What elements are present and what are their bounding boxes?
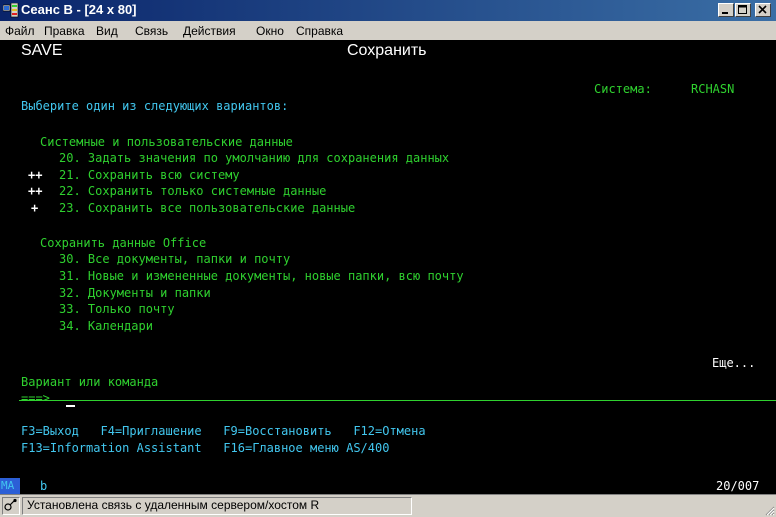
command-underline (19, 400, 776, 401)
connection-icon (4, 498, 17, 511)
function-keys-line1[interactable]: F3=Выход F4=Приглашение F9=Восстановить … (21, 424, 426, 438)
option-33[interactable]: 33. Только почту (59, 302, 175, 316)
group-system-title: Системные и пользовательские данные (40, 135, 293, 149)
panel-id: SAVE (21, 42, 63, 59)
operator-info-area: MA b 20/007 (0, 478, 776, 494)
terminal-header: SAVE Сохранить (0, 40, 776, 62)
group-office-title: Сохранить данные Office (40, 236, 207, 250)
menu-connect[interactable]: Связь (135, 24, 168, 38)
terminal-screen[interactable]: Система: RCHASN Выберите один из следующ… (0, 62, 776, 478)
status-bar: Установлена связь с удаленным сервером/х… (0, 494, 776, 517)
system-name: RCHASN (691, 82, 735, 96)
menu-file[interactable]: Файл (5, 24, 35, 38)
option-31[interactable]: 31. Новые и измененные документы, новые … (59, 269, 464, 283)
menu-prompt: Выберите один из следующих вариантов: (21, 99, 289, 113)
function-keys-line2[interactable]: F13=Information Assistant F16=Главное ме… (21, 441, 389, 455)
resize-grip-icon[interactable] (763, 504, 775, 516)
option-21-marker: ++ (28, 168, 43, 182)
option-32[interactable]: 32. Документы и папки (59, 286, 211, 300)
status-message: Установлена связь с удаленным сервером/х… (22, 497, 412, 515)
menu-help[interactable]: Справка (296, 24, 343, 38)
status-icon-cell (2, 497, 20, 515)
option-22[interactable]: 22. Сохранить только системные данные (59, 184, 326, 198)
maximize-button[interactable] (735, 3, 751, 17)
menu-edit[interactable]: Правка (44, 24, 85, 38)
more-indicator: Еще... (712, 356, 756, 370)
menu-bar: Файл Правка Вид Связь Действия Окно Спра… (0, 21, 776, 40)
app-icon[interactable] (3, 3, 19, 18)
option-23-marker: + (31, 201, 39, 215)
menu-window[interactable]: Окно (256, 24, 284, 38)
panel-title: Сохранить (347, 42, 427, 59)
option-21[interactable]: 21. Сохранить всю систему (59, 168, 240, 182)
option-30[interactable]: 30. Все документы, папки и почту (59, 252, 290, 266)
oia-mode: MA (0, 478, 20, 494)
menu-view[interactable]: Вид (96, 24, 118, 38)
option-22-marker: ++ (28, 184, 43, 198)
system-label: Система: (594, 82, 652, 96)
command-arrow: ===> (21, 391, 50, 405)
maximize-icon (738, 5, 747, 14)
text-cursor (66, 405, 75, 407)
option-23[interactable]: 23. Сохранить все пользовательские данны… (59, 201, 355, 215)
close-button[interactable] (755, 3, 771, 17)
option-20[interactable]: 20. Задать значения по умолчанию для сох… (59, 151, 449, 165)
close-icon (758, 5, 767, 14)
window-title: Сеанс B - [24 x 80] (21, 2, 137, 17)
title-bar[interactable]: Сеанс B - [24 x 80] (0, 0, 776, 21)
menu-actions[interactable]: Действия (183, 24, 236, 38)
cursor-position: 20/007 (716, 479, 760, 493)
option-34[interactable]: 34. Календари (59, 319, 153, 333)
command-label: Вариант или команда (21, 375, 159, 389)
minimize-icon (722, 12, 728, 14)
oia-indicator: b (40, 479, 48, 493)
minimize-button[interactable] (718, 3, 734, 17)
